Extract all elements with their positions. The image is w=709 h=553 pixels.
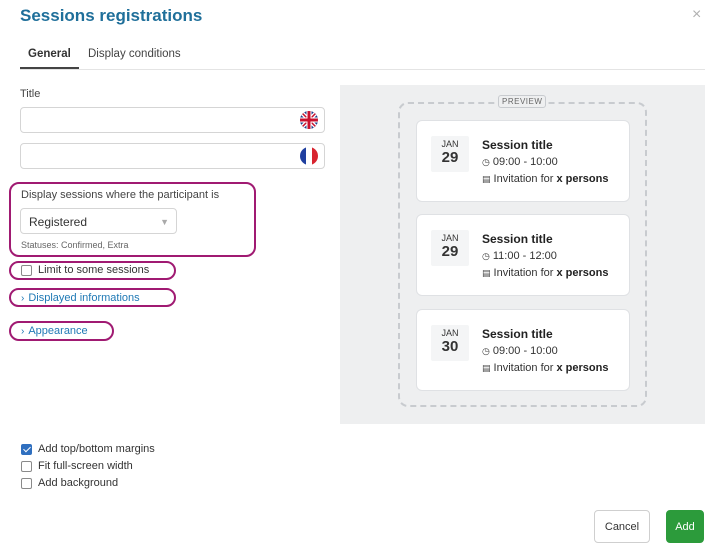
tab-bar: General Display conditions bbox=[20, 46, 705, 70]
clock-icon: ◷ bbox=[482, 157, 490, 167]
session-date: JAN 29 bbox=[431, 230, 469, 266]
add-background-checkbox[interactable] bbox=[21, 477, 32, 489]
preview-tag: PREVIEW bbox=[498, 95, 547, 108]
title-label: Title bbox=[20, 88, 41, 100]
tab-display-conditions[interactable]: Display conditions bbox=[88, 48, 181, 60]
session-month: JAN bbox=[441, 328, 459, 338]
limit-sessions-checkbox-row[interactable]: Limit to some sessions bbox=[21, 264, 149, 276]
option-add-background[interactable]: Add background bbox=[21, 477, 118, 489]
title-en-input[interactable] bbox=[20, 107, 325, 133]
appearance-link[interactable]: › Appearance bbox=[21, 325, 88, 337]
ticket-icon: ▤ bbox=[482, 268, 491, 278]
top-bottom-margins-label: Add top/bottom margins bbox=[38, 443, 155, 455]
session-title: Session title bbox=[482, 327, 553, 341]
full-screen-width-checkbox[interactable] bbox=[21, 460, 32, 472]
status-selected-value: Registered bbox=[29, 215, 88, 229]
fr-flag-icon bbox=[300, 147, 318, 165]
session-card: JAN 29 Session title ◷ 11:00 - 12:00 ▤ Inv… bbox=[416, 214, 630, 296]
cancel-button[interactable]: Cancel bbox=[594, 510, 650, 543]
limit-sessions-label: Limit to some sessions bbox=[38, 264, 150, 276]
top-bottom-margins-checkbox[interactable] bbox=[21, 443, 32, 455]
clock-icon: ◷ bbox=[482, 251, 490, 261]
appearance-label: Appearance bbox=[28, 325, 88, 337]
close-icon[interactable]: × bbox=[692, 6, 701, 24]
ticket-icon: ▤ bbox=[482, 174, 491, 184]
session-day: 29 bbox=[441, 243, 459, 260]
status-select[interactable]: Registered ▼ bbox=[20, 208, 177, 234]
caret-down-icon: ▼ bbox=[160, 217, 169, 227]
clock-icon: ◷ bbox=[482, 346, 490, 356]
displayed-informations-link[interactable]: › Displayed informations bbox=[21, 292, 140, 304]
session-date: JAN 29 bbox=[431, 136, 469, 172]
add-background-label: Add background bbox=[38, 477, 119, 489]
session-invitation: ▤ Invitation for x persons bbox=[482, 173, 609, 185]
session-title: Session title bbox=[482, 138, 553, 152]
session-month: JAN bbox=[441, 139, 459, 149]
chevron-right-icon: › bbox=[21, 293, 25, 304]
session-card: JAN 29 Session title ◷ 09:00 - 10:00 ▤ Inv… bbox=[416, 120, 630, 202]
full-screen-width-label: Fit full-screen width bbox=[38, 460, 133, 472]
title-fr-input[interactable] bbox=[20, 143, 325, 169]
session-date: JAN 30 bbox=[431, 325, 469, 361]
add-button[interactable]: Add bbox=[666, 510, 704, 543]
session-month: JAN bbox=[441, 233, 459, 243]
ticket-icon: ▤ bbox=[482, 363, 491, 373]
session-day: 29 bbox=[441, 149, 459, 166]
display-sessions-label: Display sessions where the participant i… bbox=[21, 189, 220, 201]
uk-flag-icon bbox=[300, 111, 318, 129]
session-time: ◷ 09:00 - 10:00 bbox=[482, 156, 558, 168]
session-time: ◷ 09:00 - 10:00 bbox=[482, 345, 558, 357]
session-time: ◷ 11:00 - 12:00 bbox=[482, 250, 557, 262]
displayed-informations-label: Displayed informations bbox=[28, 292, 140, 304]
session-day: 30 bbox=[441, 338, 459, 355]
session-card: JAN 30 Session title ◷ 09:00 - 10:00 ▤ Inv… bbox=[416, 309, 630, 391]
option-top-bottom-margins[interactable]: Add top/bottom margins bbox=[21, 443, 155, 455]
limit-sessions-checkbox[interactable] bbox=[21, 264, 32, 276]
tab-general[interactable]: General bbox=[20, 48, 79, 69]
statuses-hint: Statuses: Confirmed, Extra bbox=[21, 240, 129, 250]
session-title: Session title bbox=[482, 232, 553, 246]
session-invitation: ▤ Invitation for x persons bbox=[482, 362, 609, 374]
modal-title: Sessions registrations bbox=[20, 6, 203, 25]
chevron-right-icon: › bbox=[21, 326, 25, 337]
option-full-screen-width[interactable]: Fit full-screen width bbox=[21, 460, 133, 472]
session-invitation: ▤ Invitation for x persons bbox=[482, 267, 609, 279]
